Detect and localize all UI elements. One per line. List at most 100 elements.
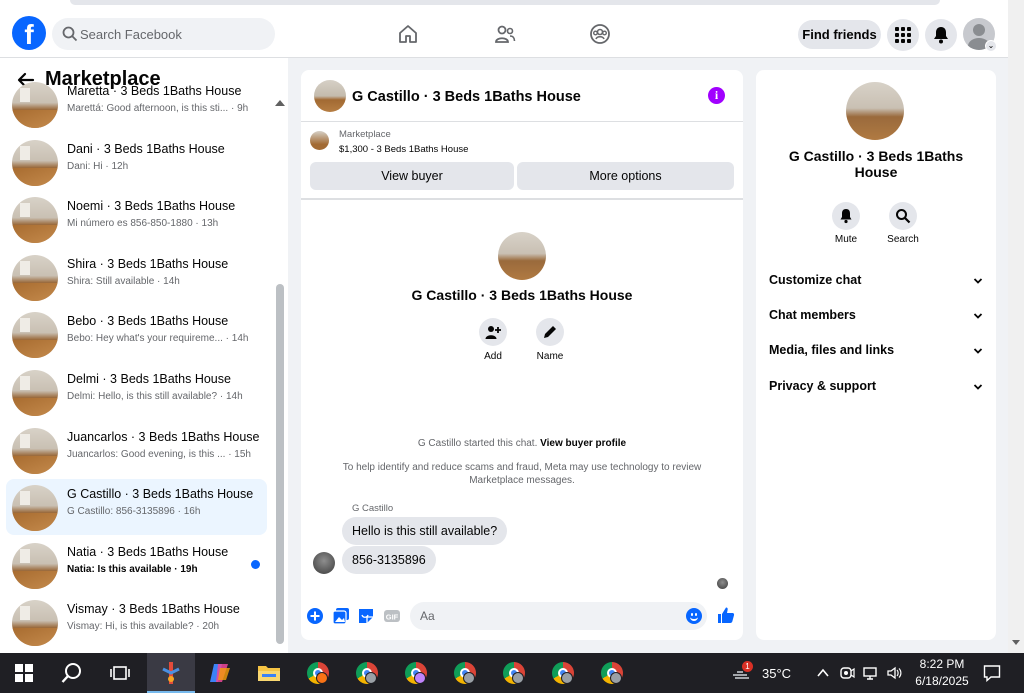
conversation-title: Shira · 3 Beds 1Baths House [67,256,229,271]
section-label: Privacy & support [769,379,876,393]
chrome-profile-1[interactable] [294,653,342,693]
customize-chat-row[interactable]: Customize chat [769,273,985,293]
weather-temp[interactable]: 35°C [762,666,791,681]
chrome-profile-6[interactable] [539,653,587,693]
privacy-support-row[interactable]: Privacy & support [769,379,985,399]
media-files-links-row[interactable]: Media, files and links [769,343,985,363]
view-buyer-profile-link[interactable]: View buyer profile [540,438,626,449]
conversation-item[interactable]: Juancarlos · 3 Beds 1Baths House Juancarl… [6,422,267,478]
sender-avatar[interactable] [313,552,335,574]
copilot-icon [210,664,230,682]
clock-time[interactable]: 8:22 PM [917,657,967,671]
info-avatar[interactable] [846,82,904,140]
divider [301,198,743,200]
message-composer[interactable] [410,602,707,630]
conversation-item[interactable]: Shira · 3 Beds 1Baths House Shira: Still … [6,249,267,305]
taskbar-app-active[interactable] [147,653,195,693]
conversation-preview: Bebo: Hey what's your requireme... · 14h [67,333,249,345]
gif-icon[interactable]: GIF [383,607,401,625]
file-explorer-button[interactable] [245,653,293,693]
clock-date[interactable]: 6/18/2025 [911,674,973,688]
chevron-down-icon [973,313,983,319]
buyer-avatar[interactable] [498,232,546,280]
more-options-button[interactable]: More options [517,162,734,190]
chrome-profile-3[interactable] [392,653,440,693]
task-view-button[interactable] [96,653,144,693]
chevron-down-icon[interactable]: ⌄ [985,40,997,52]
section-label: Media, files and links [769,343,895,357]
sidebar-scrollbar[interactable] [274,98,286,653]
conversation-preview: Mi número es 856-850-1880 · 13h [67,218,219,230]
groups-icon[interactable] [588,22,612,46]
facebook-logo[interactable]: f [12,16,46,50]
conversation-item[interactable]: Bebo · 3 Beds 1Baths House Bebo: Hey what… [6,306,267,362]
thumbs-up-icon[interactable] [717,606,735,624]
chrome-profile-5[interactable] [490,653,538,693]
copilot-button[interactable] [196,653,244,693]
conversation-title: Delmi · 3 Beds 1Baths House [67,372,231,386]
network-icon[interactable] [862,665,878,681]
conversation-title: Vismay · 3 Beds 1Baths House [67,602,240,617]
friends-icon[interactable] [493,22,517,46]
meet-icon[interactable] [839,665,855,681]
emoji-icon[interactable] [686,608,702,624]
message-bubble[interactable]: 856-3135896 [342,546,436,574]
listing-avatar [12,427,58,474]
chat-header-avatar[interactable] [314,80,346,112]
seen-indicator [717,578,728,589]
taskbar-search-button[interactable] [48,653,96,693]
chat-members-row[interactable]: Chat members [769,308,985,328]
conversation-preview: G Castillo: 856-3135896 · 16h [67,506,201,518]
chrome-profile-7[interactable] [588,653,636,693]
page-scrollbar[interactable] [1008,0,1024,653]
info-name: G Castillo · 3 Beds 1Baths House [788,148,964,180]
scrollbar-thumb[interactable] [276,284,284,644]
start-button[interactable] [0,653,48,693]
scroll-up-arrow-icon[interactable] [275,100,285,106]
mute-button[interactable]: Mute [821,202,871,245]
photo-icon[interactable] [332,607,350,625]
bell-icon [840,209,852,224]
scroll-down-arrow-icon[interactable] [1012,640,1020,645]
chat-header-title[interactable]: G Castillo · 3 Beds 1Baths House [352,89,581,105]
profile-badge [316,672,328,684]
chevron-up-icon[interactable] [815,665,831,681]
chevron-down-icon [973,278,983,284]
conversation-title: Natia · 3 Beds 1Baths House [67,544,229,559]
view-buyer-button[interactable]: View buyer [310,162,514,190]
conversation-item[interactable]: G Castillo · 3 Beds 1Baths House G Castil… [6,479,267,536]
bell-icon [934,27,948,44]
conversation-item[interactable]: Delmi · 3 Beds 1Baths House Delmi: Hello,… [6,364,267,420]
menu-button[interactable] [887,19,919,51]
conversation-item[interactable]: Natia · 3 Beds 1Baths House Natia: Is thi… [6,537,267,593]
home-icon[interactable] [396,22,420,46]
search-chat-button[interactable]: Search [878,202,928,245]
find-friends-button[interactable]: Find friends [798,20,881,49]
message-bubble[interactable]: Hello is this still available? [342,517,508,545]
message-input[interactable] [420,602,670,630]
listing-avatar [12,370,58,416]
plus-circle-icon[interactable] [306,607,324,625]
profile-badge [561,672,573,684]
chrome-profile-2[interactable] [343,653,391,693]
windows-taskbar: 1 35°C 8:22 PM 6/18/2025 [0,653,1024,693]
conversation-item[interactable]: Noemi · 3 Beds 1Baths House Mi número es … [6,191,267,247]
add-button[interactable]: Add [463,318,523,362]
listing-avatar [12,82,58,128]
sticker-icon[interactable] [357,607,375,625]
add-label: Add [484,351,502,362]
volume-icon[interactable] [886,665,902,681]
conversation-item[interactable]: Maretta · 3 Beds 1Baths House Marettá: Go… [6,76,267,132]
notification-center-icon[interactable] [983,664,1001,682]
search-input[interactable] [80,18,270,50]
chrome-profile-4[interactable] [441,653,489,693]
notifications-button[interactable] [925,19,957,51]
conversation-item[interactable]: Vismay · 3 Beds 1Baths House Vismay: Hi, … [6,594,267,650]
divider [301,121,743,122]
info-icon[interactable]: i [708,87,725,104]
browser-strip [0,0,1024,10]
name-button[interactable]: Name [520,318,580,362]
conversation-item[interactable]: Dani · 3 Beds 1Baths House Dani: Hi · 12h [6,134,267,190]
search-box[interactable] [52,18,275,50]
unread-dot [251,559,260,569]
